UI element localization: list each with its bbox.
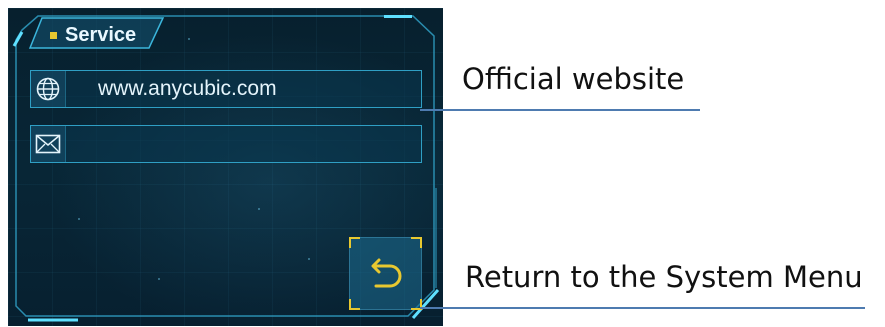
screen-title-text: Service <box>65 23 137 46</box>
website-row: www.anycubic.com <box>30 70 422 108</box>
screen-title: Service <box>50 20 136 50</box>
service-screen: Service www.anycubic.com <box>8 8 443 326</box>
return-menu-label: Return to the System Menu <box>465 260 863 294</box>
globe-icon <box>31 71 66 107</box>
return-button[interactable] <box>349 237 422 310</box>
official-website-label: Official website <box>462 62 685 96</box>
email-row <box>30 125 422 163</box>
button-corner <box>411 237 422 248</box>
return-leader-line <box>420 307 865 309</box>
title-bullet-icon <box>50 31 57 39</box>
website-leader-line <box>420 109 700 111</box>
manual-illustration: Service www.anycubic.com Official websit… <box>0 0 885 327</box>
button-corner <box>349 237 360 248</box>
envelope-icon <box>31 126 66 162</box>
website-url: www.anycubic.com <box>98 77 277 100</box>
button-corner <box>349 299 360 310</box>
return-arrow-icon <box>371 258 401 287</box>
